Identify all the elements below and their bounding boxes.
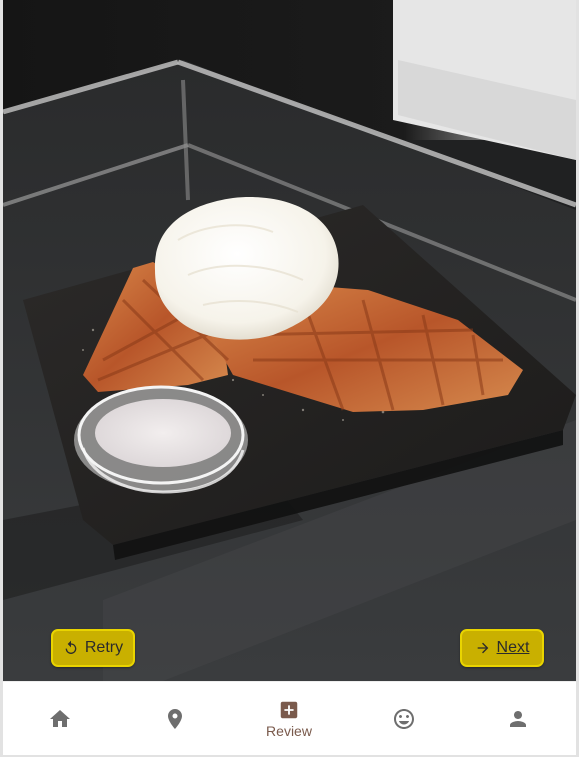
smiley-icon	[392, 707, 416, 731]
nav-home[interactable]	[20, 682, 100, 755]
retry-icon	[63, 640, 79, 656]
next-label: Next	[496, 639, 530, 656]
retry-button[interactable]: Retry	[51, 629, 135, 667]
nav-review-label: Review	[266, 723, 312, 739]
nav-review[interactable]: Review	[249, 682, 329, 755]
nav-profile[interactable]	[478, 682, 558, 755]
bottom-nav: Review	[3, 681, 576, 755]
captured-photo	[3, 0, 576, 681]
add-box-icon	[278, 699, 300, 721]
retry-label: Retry	[84, 639, 124, 656]
nav-mood[interactable]	[364, 682, 444, 755]
home-icon	[48, 707, 72, 731]
person-icon	[506, 707, 530, 731]
app-screen: Retry Next Review	[0, 0, 579, 757]
nav-location[interactable]	[135, 682, 215, 755]
location-pin-icon	[163, 707, 187, 731]
arrow-right-icon	[475, 640, 491, 656]
next-button[interactable]: Next	[460, 629, 544, 667]
